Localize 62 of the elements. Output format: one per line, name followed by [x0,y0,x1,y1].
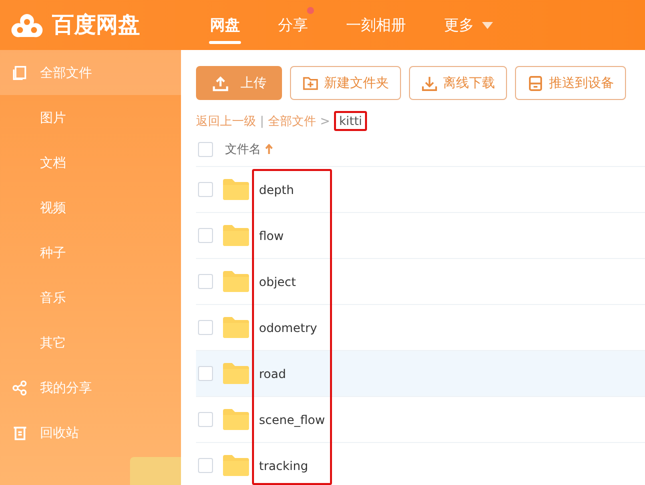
file-name[interactable]: flow [259,228,284,242]
file-name[interactable]: road [259,366,286,380]
trash-icon [12,424,28,440]
row-checkbox[interactable] [198,366,213,381]
sidebar-item[interactable]: 音乐 [0,275,181,320]
nav-tab[interactable]: 一刻相册 [336,0,434,50]
folder-icon [223,225,249,246]
nav-tab[interactable]: 分享 [268,0,336,50]
row-checkbox[interactable] [198,274,213,289]
folder-icon [223,363,249,384]
sidebar-item[interactable]: 图片 [0,95,181,140]
file-name[interactable]: tracking [259,458,308,472]
folder-icon [223,409,249,430]
file-row[interactable]: object [196,259,645,305]
sidebar-item[interactable]: 回收站 [0,410,181,455]
sidebar-item[interactable]: 全部文件 [0,50,181,95]
promo-illustration [130,457,181,485]
nav-tab[interactable]: 网盘 [200,0,268,50]
device-icon [527,74,544,92]
download-icon [421,74,438,92]
select-all-checkbox[interactable] [198,142,213,156]
folder-icon [223,455,249,476]
file-name[interactable]: scene_flow [259,412,325,426]
breadcrumb-link[interactable]: 全部文件 [268,112,316,130]
row-checkbox[interactable] [198,320,213,335]
logo-text: 百度网盘 [52,12,140,40]
folder-icon [223,271,249,292]
breadcrumb-arrow: > [320,114,330,128]
row-checkbox[interactable] [198,228,213,243]
file-row[interactable]: flow [196,213,645,259]
file-name[interactable]: object [259,274,296,288]
column-header[interactable]: 文件名 [225,140,261,158]
sidebar-item[interactable]: 文档 [0,140,181,185]
row-checkbox[interactable] [198,458,213,473]
share-icon [12,380,28,396]
file-row[interactable]: road [196,351,645,397]
nav-tab[interactable]: 更多 [434,0,521,50]
upload-icon [212,74,228,92]
file-name[interactable]: depth [259,182,294,196]
file-name[interactable]: odometry [259,320,318,334]
row-checkbox[interactable] [198,182,213,197]
toolbar-button[interactable]: 新建文件夹 [290,66,401,100]
separator: | [260,114,264,128]
file-row[interactable]: depth [196,167,645,213]
back-link[interactable]: 返回上一级 [196,112,256,130]
sidebar-item[interactable]: 视频 [0,185,181,230]
sidebar-item[interactable]: 我的分享 [0,365,181,410]
toolbar-button[interactable]: 上传 [196,66,282,100]
caret-icon [482,22,493,28]
documents-icon [12,64,28,80]
sidebar-item[interactable]: 其它 [0,320,181,365]
toolbar-button[interactable]: 推送到设备 [515,66,626,100]
toolbar-button[interactable]: 离线下载 [409,66,507,100]
file-row[interactable]: tracking [196,443,645,485]
sort-arrow-icon [265,144,273,154]
file-row[interactable]: scene_flow [196,397,645,443]
folder-icon [223,317,249,338]
sidebar-item[interactable]: 种子 [0,230,181,275]
folder-plus-icon [302,74,319,92]
folder-icon [223,179,249,200]
current-folder: kitti [334,111,368,131]
row-checkbox[interactable] [198,412,213,427]
